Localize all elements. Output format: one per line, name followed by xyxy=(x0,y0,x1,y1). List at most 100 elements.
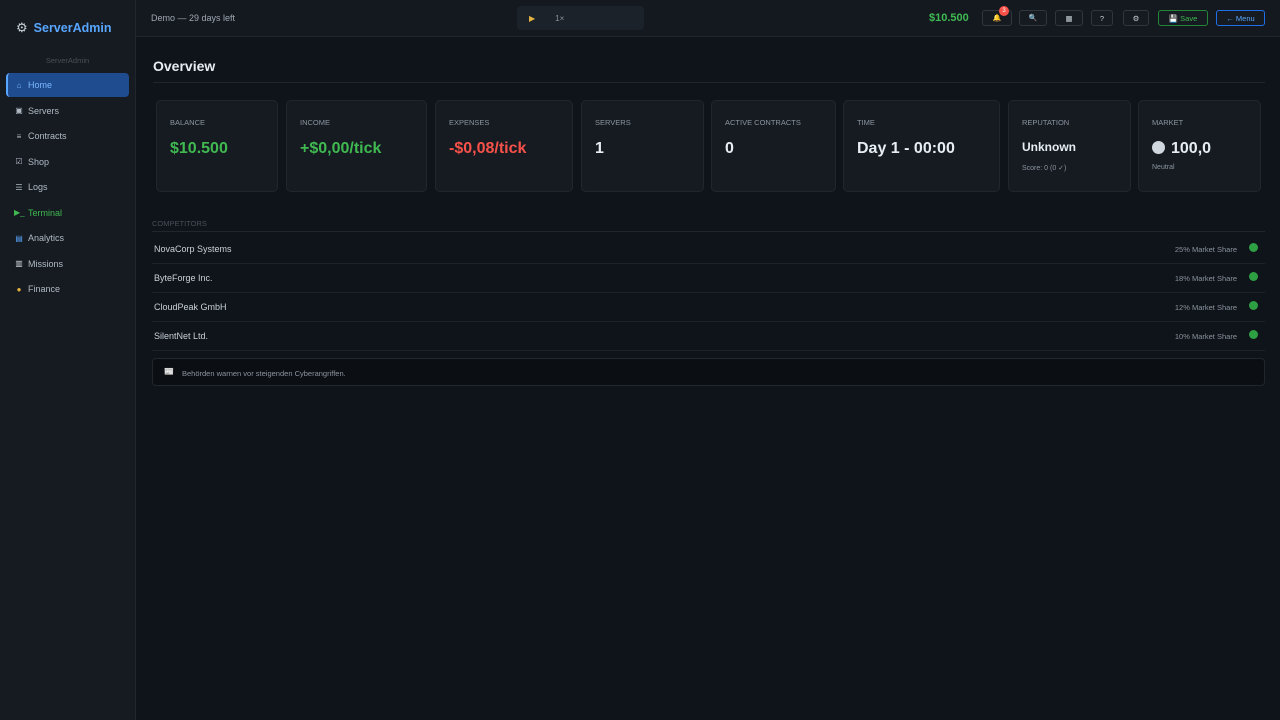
topbar: Demo — 29 days left ▶ 1× $10.500 🔔 3 🔍 ▦… xyxy=(136,0,1280,37)
stat-value: 1 xyxy=(595,140,604,157)
stat-card-balance: Balance $10.500 xyxy=(156,100,278,192)
sidebar: ⚙ ServerAdmin ServerAdmin ⌂ Home ▣ Serve… xyxy=(0,0,136,720)
stat-sub: Score: 0 (0 ✓) xyxy=(1022,165,1067,172)
sidebar-item-label: Home xyxy=(28,80,53,90)
stat-label: Active Contracts xyxy=(725,118,801,127)
demo-status: Demo — 29 days left xyxy=(151,13,236,23)
sidebar-item-analytics[interactable]: ▤ Analytics xyxy=(6,226,129,250)
stat-card-servers: Servers 1 xyxy=(581,100,704,192)
stat-label: Expenses xyxy=(449,118,490,127)
stat-value: Unknown xyxy=(1022,140,1076,154)
stat-label: Market xyxy=(1152,118,1184,127)
search-icon: 🔍 xyxy=(1028,15,1038,22)
page-title: Overview xyxy=(153,58,216,74)
stat-label: Income xyxy=(300,118,330,127)
app-subtitle: ServerAdmin xyxy=(45,56,90,65)
sidebar-item-servers[interactable]: ▣ Servers xyxy=(6,99,129,123)
grid-icon: ▦ xyxy=(1065,13,1073,23)
money-bag-icon: ● xyxy=(16,284,22,294)
sidebar-item-missions[interactable]: ▥ Missions xyxy=(6,252,129,276)
search-button[interactable]: 🔍 xyxy=(1019,10,1047,26)
app-title: ServerAdmin xyxy=(33,20,112,35)
status-dot-icon xyxy=(1249,301,1258,310)
stat-label: Reputation xyxy=(1022,118,1070,127)
chart-icon: ▤ xyxy=(15,233,23,243)
status-dot-icon xyxy=(1249,243,1258,252)
help-icon: ? xyxy=(1099,13,1105,23)
gear-icon: ⚙ xyxy=(1132,13,1140,23)
sidebar-item-label: Contracts xyxy=(28,131,67,141)
layout-button[interactable]: ▦ xyxy=(1055,10,1083,26)
contracts-icon: ≡ xyxy=(16,131,22,141)
stat-label: Time xyxy=(857,118,875,127)
play-icon[interactable]: ▶ xyxy=(529,14,535,23)
competitor-row: ByteForge Inc. 18% Market Share xyxy=(152,264,1265,293)
home-icon: ⌂ xyxy=(16,80,22,90)
notification-badge: 3 xyxy=(999,6,1009,16)
stat-value: -$0,08/tick xyxy=(449,140,527,157)
logs-icon: ☰ xyxy=(15,182,23,192)
title-divider xyxy=(153,82,1265,83)
shop-icon: ☑ xyxy=(15,157,23,166)
sidebar-item-shop[interactable]: ☑ Shop xyxy=(6,150,129,174)
stat-value: 0 xyxy=(725,140,734,157)
stat-label: Servers xyxy=(595,118,631,127)
competitor-name: ByteForge Inc. xyxy=(154,273,213,283)
status-dot-icon xyxy=(1249,272,1258,281)
sidebar-item-label: Logs xyxy=(28,182,48,192)
bell-icon: 🔔 xyxy=(992,15,1002,22)
sidebar-item-finance[interactable]: ● Finance xyxy=(6,277,129,301)
market-value: 100,0 xyxy=(1152,140,1211,158)
stat-card-market: Market 100,0 Neutral xyxy=(1138,100,1261,192)
speed-rate-button[interactable]: 1× xyxy=(555,14,564,23)
balance-display: $10.500 xyxy=(929,12,969,24)
notifications-button[interactable]: 🔔 3 xyxy=(982,6,1012,26)
gear-icon: ⚙ xyxy=(16,19,28,35)
terminal-icon: ▶_ xyxy=(14,208,25,217)
competitor-row: SilentNet Ltd. 10% Market Share xyxy=(152,322,1265,351)
competitor-row: NovaCorp Systems 25% Market Share xyxy=(152,235,1265,264)
market-indicator-icon xyxy=(1152,141,1165,154)
stat-card-expenses: Expenses -$0,08/tick xyxy=(435,100,573,192)
server-icon: ▣ xyxy=(15,106,23,115)
status-dot-icon xyxy=(1249,330,1258,339)
save-button[interactable]: 💾 Save xyxy=(1158,10,1208,26)
sidebar-item-label: Terminal xyxy=(28,207,63,218)
sidebar-item-label: Finance xyxy=(28,284,61,294)
stat-card-income: Income +$0,00/tick xyxy=(286,100,427,192)
sidebar-item-logs[interactable]: ☰ Logs xyxy=(6,175,129,199)
help-button[interactable]: ? xyxy=(1091,10,1113,26)
stat-value: 100,0 xyxy=(1171,140,1212,157)
brand: ⚙ ServerAdmin xyxy=(0,0,135,38)
competitors-divider xyxy=(152,231,1265,232)
stat-value: $10.500 xyxy=(170,140,228,157)
sidebar-nav: ⌂ Home ▣ Servers ≡ Contracts ☑ Shop ☰ Lo… xyxy=(0,73,135,301)
sidebar-item-label: Servers xyxy=(28,105,60,116)
competitor-row: CloudPeak GmbH 12% Market Share xyxy=(152,293,1265,322)
news-text: Behörden warnen vor steigenden Cyberangr… xyxy=(182,369,346,378)
competitor-share: 18% Market Share xyxy=(1174,274,1237,283)
menu-button[interactable]: ← Menu xyxy=(1216,10,1265,26)
competitor-name: SilentNet Ltd. xyxy=(154,331,209,341)
sidebar-item-terminal[interactable]: ▶_ Terminal xyxy=(6,201,129,225)
sidebar-item-label: Shop xyxy=(28,156,50,167)
competitor-share: 25% Market Share xyxy=(1174,245,1237,254)
settings-button[interactable]: ⚙ xyxy=(1123,10,1149,26)
stat-sub: Neutral xyxy=(1152,164,1175,171)
competitor-share: 12% Market Share xyxy=(1174,303,1237,312)
competitor-name: NovaCorp Systems xyxy=(154,244,232,254)
stat-card-active-contracts: Active Contracts 0 xyxy=(711,100,836,192)
competitor-name: CloudPeak GmbH xyxy=(154,302,227,312)
sidebar-item-contracts[interactable]: ≡ Contracts xyxy=(6,124,129,148)
sidebar-item-label: Missions xyxy=(28,258,64,269)
stat-card-reputation: Reputation Unknown Score: 0 (0 ✓) xyxy=(1008,100,1131,192)
competitor-share: 10% Market Share xyxy=(1174,332,1237,341)
stat-value: +$0,00/tick xyxy=(300,140,382,157)
stat-card-time: Time Day 1 - 00:00 xyxy=(843,100,1000,192)
stat-label: Balance xyxy=(170,118,206,127)
sidebar-item-home[interactable]: ⌂ Home xyxy=(6,73,129,97)
competitors-heading: Competitors xyxy=(152,219,207,228)
speed-control: ▶ 1× xyxy=(517,6,644,30)
stat-value: Day 1 - 00:00 xyxy=(857,140,955,157)
newspaper-icon: 📰 xyxy=(164,367,174,376)
